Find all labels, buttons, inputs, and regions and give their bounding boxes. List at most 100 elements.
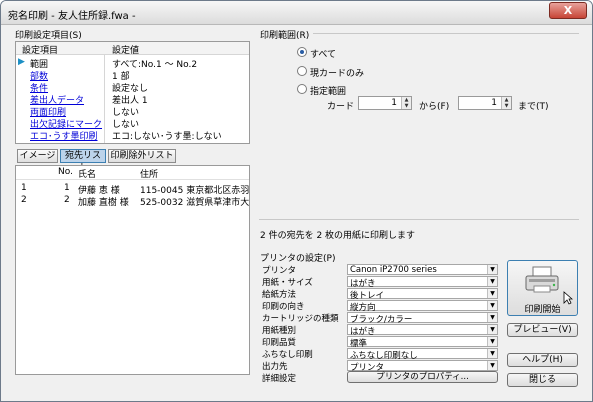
printer-setting-select[interactable]: ふちなし印刷なし ▼ xyxy=(347,348,498,361)
printer-setting-label: カートリッジの種類 xyxy=(262,314,339,324)
settings-header: 設定項目 設定値 xyxy=(16,42,249,56)
range-current-radio[interactable] xyxy=(297,66,307,76)
settings-group-label: 印刷設定項目(S) xyxy=(15,31,82,41)
spin-arrows-icon[interactable]: ▲ ▼ xyxy=(501,97,511,109)
printer-setting-label: 給紙方法 xyxy=(262,290,297,300)
range-to-value: 1 xyxy=(491,98,497,108)
printer-setting-select[interactable]: 縦方向 ▼ xyxy=(347,300,498,313)
preview-button[interactable]: プレビュー(V) xyxy=(507,323,578,337)
window-close-button[interactable]: X xyxy=(549,2,587,19)
list-col-no: No. xyxy=(58,167,73,177)
range-from-value: 1 xyxy=(391,98,397,108)
range-all-label: すべて xyxy=(310,50,337,60)
printer-detail-label: 詳細設定 xyxy=(262,374,297,384)
settings-col-item: 設定項目 xyxy=(22,46,59,56)
list-col-address: 住所 xyxy=(140,170,159,180)
settings-row-label[interactable]: エコ･うす墨印刷 xyxy=(30,129,98,142)
range-specified-radio[interactable] xyxy=(297,84,307,94)
printer-setting-row: 用紙種別 はがき ▼ xyxy=(260,324,498,337)
settings-row[interactable]: 条件 設定なし xyxy=(16,80,249,94)
chevron-down-icon[interactable]: ▼ xyxy=(487,265,497,274)
print-dialog: 宛名印刷 - 友人住所録.fwa - X 印刷設定項目(S) 設定項目 設定値 … xyxy=(0,0,593,402)
printer-setting-row: ふちなし印刷 ふちなし印刷なし ▼ xyxy=(260,348,498,361)
print-summary: 2 件の宛先を 2 枚の用紙に印刷します xyxy=(260,231,416,241)
help-button[interactable]: ヘルプ(H) xyxy=(507,353,578,367)
chevron-down-icon[interactable]: ▼ xyxy=(487,289,497,298)
print-start-button[interactable]: 印刷開始 xyxy=(507,260,578,316)
printer-group-label: プリンタの設定(P) xyxy=(260,254,336,264)
list-cell-no: 1 xyxy=(64,183,70,193)
list-header: No. 氏名 住所 xyxy=(16,166,249,180)
settings-row[interactable]: ▶ 範囲 すべて:No.1 〜 No.2 xyxy=(16,56,249,70)
list-cell-name: 伊藤 恵 様 xyxy=(78,186,120,194)
printer-setting-select[interactable]: はがき ▼ xyxy=(347,276,498,289)
printer-setting-label: 出力先 xyxy=(262,362,288,372)
range-separator xyxy=(313,33,579,34)
range-all-radio[interactable] xyxy=(297,47,307,57)
printer-properties-button[interactable]: プリンタのプロパティ... xyxy=(347,371,498,383)
printer-setting-value: Canon iP2700 series xyxy=(350,265,437,275)
summary-separator-top xyxy=(259,219,579,220)
list-cell-name: 加藤 直樹 様 xyxy=(78,198,129,206)
current-row-arrow-icon: ▶ xyxy=(18,57,25,67)
printer-setting-label: 用紙種別 xyxy=(262,326,297,336)
range-from-label: から(F) xyxy=(419,102,450,112)
tab-recipient-list[interactable]: 宛先リスト xyxy=(60,149,106,173)
window-title: 宛名印刷 - 友人住所録.fwa - xyxy=(8,11,136,22)
printer-setting-label: 印刷の向き xyxy=(262,302,305,312)
chevron-down-icon[interactable]: ▼ xyxy=(487,277,497,286)
list-row[interactable]: 2 2 加藤 直樹 様 525-0032 滋賀県草津市大路 xyxy=(16,194,249,206)
list-cell-address: 525-0032 滋賀県草津市大路 xyxy=(140,198,249,206)
list-cell-idx: 2 xyxy=(21,195,27,205)
settings-row[interactable]: 出欠記録にマーク しない xyxy=(16,116,249,130)
printer-setting-select[interactable]: 標準 ▼ xyxy=(347,336,498,349)
printer-setting-label: 印刷品質 xyxy=(262,338,297,348)
chevron-down-icon[interactable]: ▼ xyxy=(487,337,497,346)
printer-setting-row: 印刷品質 標準 ▼ xyxy=(260,336,498,349)
printer-setting-label: プリンタ xyxy=(262,266,297,276)
card-label: カード xyxy=(327,102,355,112)
spin-arrows-icon[interactable]: ▲ ▼ xyxy=(401,97,411,109)
printer-detail-row: 詳細設定 プリンタのプロパティ... xyxy=(260,371,498,384)
printer-icon xyxy=(525,266,559,293)
range-current-label: 現カードのみ xyxy=(310,69,365,79)
list-cell-idx: 1 xyxy=(21,183,27,193)
recipient-list: No. 氏名 住所 11伊藤 恵 様115-0045 東京都北区赤羽10-22加… xyxy=(15,165,250,375)
settings-col-value: 設定値 xyxy=(112,46,140,56)
chevron-down-icon[interactable]: ▼ xyxy=(487,361,497,370)
printer-setting-select[interactable]: Canon iP2700 series ▼ xyxy=(347,264,498,275)
chevron-down-icon[interactable]: ▼ xyxy=(487,313,497,322)
printer-setting-select[interactable]: はがき ▼ xyxy=(347,324,498,337)
range-to-label: まで(T) xyxy=(518,102,549,112)
chevron-down-icon[interactable]: ▼ xyxy=(487,349,497,358)
settings-row[interactable]: 両面印刷 しない xyxy=(16,104,249,118)
chevron-down-icon[interactable]: ▼ xyxy=(487,325,497,334)
settings-row[interactable]: 差出人データ 差出人 1 xyxy=(16,92,249,106)
printer-setting-select[interactable]: 後トレイ ▼ xyxy=(347,288,498,301)
printer-setting-label: ふちなし印刷 xyxy=(262,350,313,360)
printer-setting-label: 用紙・サイズ xyxy=(262,278,313,288)
settings-grid: 設定項目 設定値 ▶ 範囲 すべて:No.1 〜 No.2 部数 1 部条件 設定なし 差出… xyxy=(15,41,250,144)
range-to-stepper[interactable]: 1 ▲ ▼ xyxy=(458,96,512,110)
settings-row[interactable]: 部数 1 部 xyxy=(16,68,249,82)
settings-col-divider xyxy=(104,55,105,143)
printer-setting-select[interactable]: プリンタ ▼ xyxy=(347,360,498,373)
print-start-label: 印刷開始 xyxy=(524,305,561,315)
printer-setting-row: カートリッジの種類 ブラック/カラー ▼ xyxy=(260,312,498,325)
list-col-name: 氏名 xyxy=(78,170,97,180)
close-button[interactable]: 閉じる xyxy=(507,373,578,387)
range-specified-label: 指定範囲 xyxy=(310,87,347,97)
range-from-stepper[interactable]: 1 ▲ ▼ xyxy=(358,96,412,110)
printer-setting-select[interactable]: ブラック/カラー ▼ xyxy=(347,312,498,325)
tab-image[interactable]: イメージ xyxy=(17,149,58,163)
printer-setting-row: 給紙方法 後トレイ ▼ xyxy=(260,288,498,301)
chevron-down-icon[interactable]: ▼ xyxy=(487,301,497,310)
title-bar: 宛名印刷 - 友人住所録.fwa - X xyxy=(1,1,592,25)
tab-exclude-list[interactable]: 印刷除外リスト xyxy=(108,149,176,163)
list-row[interactable]: 1 1 伊藤 恵 様 115-0045 東京都北区赤羽10- xyxy=(16,182,249,194)
range-group-label: 印刷範囲(R) xyxy=(260,31,310,41)
settings-row-value: エコ:しない･うす墨:しない xyxy=(112,132,222,142)
printer-setting-row: 出力先 プリンタ ▼ xyxy=(260,360,498,373)
printer-setting-row: 印刷の向き 縦方向 ▼ xyxy=(260,300,498,313)
settings-row[interactable]: エコ･うす墨印刷 エコ:しない･うす墨:しない xyxy=(16,128,249,142)
